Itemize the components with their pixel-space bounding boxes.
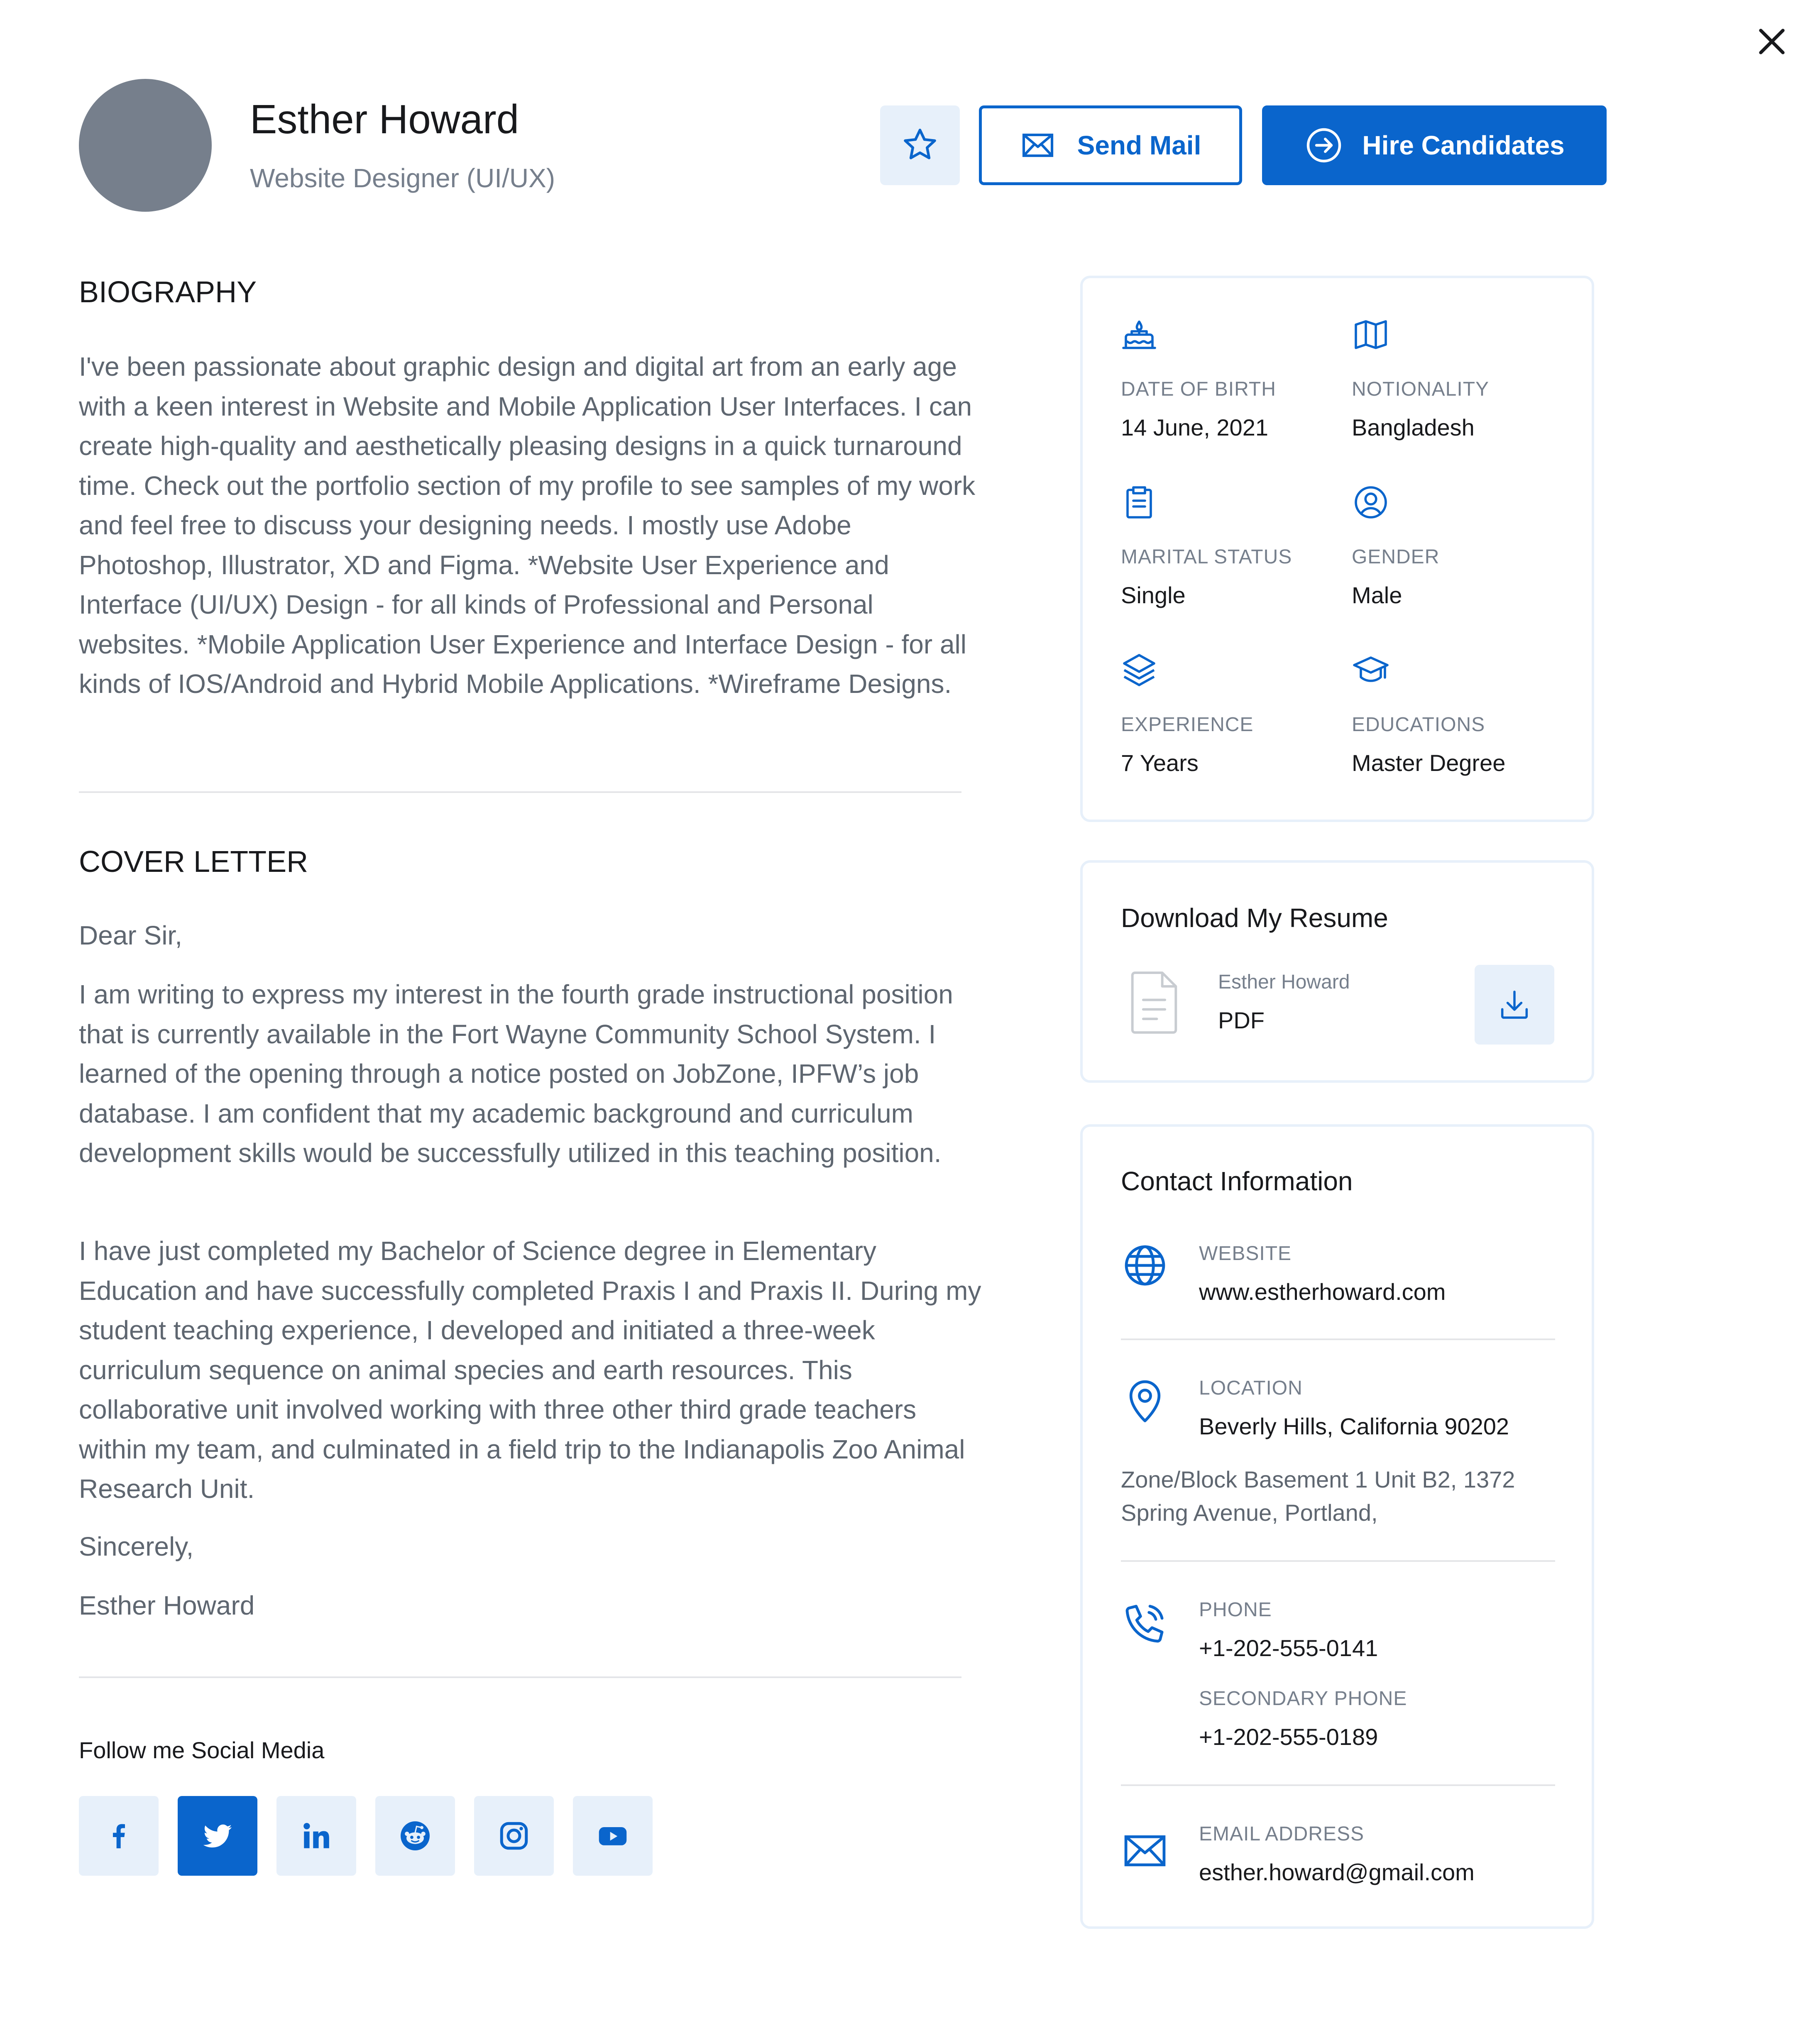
resume-file-type: PDF xyxy=(1218,1007,1265,1033)
overview-label: GENDER xyxy=(1352,546,1440,568)
resume-file-owner: Esther Howard xyxy=(1218,971,1350,993)
social-links xyxy=(79,1796,653,1876)
resume-title: Download My Resume xyxy=(1121,903,1388,933)
overview-value: Bangladesh xyxy=(1352,414,1475,440)
overview-label: EDUCATIONS xyxy=(1352,714,1485,736)
overview-label: EXPERIENCE xyxy=(1121,714,1254,736)
overview-value: Master Degree xyxy=(1352,750,1506,776)
address-value: Zone/Block Basement 1 Unit B2, 1372 Spri… xyxy=(1121,1466,1515,1526)
social-title: Follow me Social Media xyxy=(79,1737,325,1763)
section-divider xyxy=(79,791,961,793)
download-icon xyxy=(1501,991,1528,1019)
envelope-icon xyxy=(1022,133,1053,157)
biography-text: I've been passionate about graphic desig… xyxy=(79,352,976,699)
overview-value: 14 June, 2021 xyxy=(1121,414,1268,440)
avatar xyxy=(79,79,212,212)
close-button[interactable] xyxy=(1755,25,1788,58)
globe-icon xyxy=(1125,1245,1165,1286)
star-icon xyxy=(904,129,936,159)
linkedin-button[interactable] xyxy=(276,1796,356,1876)
arrow-circle-right-icon xyxy=(1307,128,1341,163)
map-pin-icon xyxy=(1129,1380,1161,1422)
close-icon xyxy=(1759,29,1785,54)
hire-candidates-label: Hire Candidates xyxy=(1362,130,1565,160)
cover-letter-paragraph-2: I have just completed my Bachelor of Sci… xyxy=(79,1236,981,1504)
phone-call-icon xyxy=(1125,1605,1164,1643)
reddit-button[interactable] xyxy=(375,1796,455,1876)
secondary-phone-value[interactable]: +1-202-555-0189 xyxy=(1199,1721,1378,1753)
location-value: Beverly Hills, California 90202 xyxy=(1199,1413,1509,1439)
website-link[interactable]: www.estherhoward.com xyxy=(1199,1276,1446,1308)
facebook-button[interactable] xyxy=(79,1796,159,1876)
download-resume-button[interactable] xyxy=(1475,965,1554,1045)
email-label: EMAIL ADDRESS xyxy=(1199,1823,1365,1845)
cover-letter-greeting: Dear Sir, xyxy=(79,920,182,950)
overview-label: MARITAL STATUS xyxy=(1121,546,1292,568)
user-circle-icon xyxy=(1355,486,1387,519)
cake-icon xyxy=(1122,321,1156,349)
overview-label: NOTIONALITY xyxy=(1352,378,1490,400)
map-icon xyxy=(1355,320,1387,349)
twitter-icon xyxy=(203,1824,232,1848)
cover-letter-paragraph-1: I am writing to express my interest in t… xyxy=(79,979,953,1168)
document-icon xyxy=(1131,971,1177,1034)
graduation-cap-icon xyxy=(1353,656,1389,682)
instagram-button[interactable] xyxy=(474,1796,554,1876)
candidate-role: Website Designer (UI/UX) xyxy=(250,163,555,193)
facebook-icon xyxy=(113,1824,125,1848)
send-mail-label: Send Mail xyxy=(1077,130,1201,160)
section-divider xyxy=(79,1676,961,1678)
overview-value: Male xyxy=(1352,582,1402,608)
phone-label: PHONE xyxy=(1199,1599,1272,1621)
contact-divider xyxy=(1121,1560,1555,1562)
cover-letter-signature: Esther Howard xyxy=(79,1590,255,1620)
envelope-icon xyxy=(1124,1835,1166,1867)
clipboard-icon xyxy=(1126,486,1152,519)
contact-divider xyxy=(1121,1338,1555,1340)
contact-title: Contact Information xyxy=(1121,1166,1353,1196)
biography-title: BIOGRAPHY xyxy=(79,276,257,309)
location-label: LOCATION xyxy=(1199,1377,1303,1399)
overview-value: 7 Years xyxy=(1121,750,1199,776)
overview-value: Single xyxy=(1121,582,1186,608)
contact-divider xyxy=(1121,1784,1555,1786)
secondary-phone-label: SECONDARY PHONE xyxy=(1199,1688,1407,1710)
email-value[interactable]: esther.howard@gmail.com xyxy=(1199,1857,1475,1888)
stack-icon xyxy=(1123,654,1155,686)
send-mail-button[interactable]: Send Mail xyxy=(979,105,1242,185)
linkedin-icon xyxy=(303,1823,329,1848)
instagram-icon xyxy=(500,1822,528,1850)
hire-candidates-button[interactable]: Hire Candidates xyxy=(1262,105,1607,185)
youtube-icon xyxy=(599,1827,627,1845)
overview-label: DATE OF BIRTH xyxy=(1121,378,1276,400)
candidate-name: Esther Howard xyxy=(250,96,519,142)
bookmark-button[interactable] xyxy=(880,105,960,185)
twitter-button[interactable] xyxy=(178,1796,257,1876)
reddit-icon xyxy=(401,1821,430,1850)
website-label: WEBSITE xyxy=(1199,1243,1292,1265)
phone-value[interactable]: +1-202-555-0141 xyxy=(1199,1632,1378,1664)
cover-letter-closing: Sincerely, xyxy=(79,1532,194,1561)
youtube-button[interactable] xyxy=(573,1796,653,1876)
cover-letter-title: COVER LETTER xyxy=(79,845,308,878)
